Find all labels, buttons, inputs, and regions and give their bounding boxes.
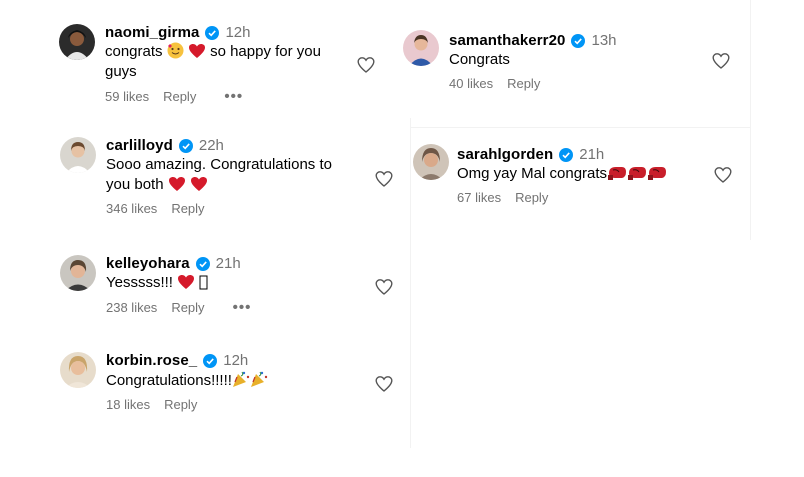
party-popper-icon xyxy=(250,371,268,387)
heart-outline-icon[interactable] xyxy=(357,56,375,74)
comment-text: Sooo amazing. Congratulations to you bot… xyxy=(106,156,332,193)
username[interactable]: korbin.rose_ xyxy=(106,352,197,369)
comment-text: Congrats xyxy=(449,51,510,68)
likes-count[interactable]: 67 likes xyxy=(457,190,501,205)
timestamp[interactable]: 13h xyxy=(591,32,616,49)
comment-text: Omg yay Mal congrats xyxy=(457,164,727,184)
username[interactable]: sarahlgorden xyxy=(457,146,553,163)
timestamp[interactable]: 21h xyxy=(216,255,241,272)
avatar[interactable] xyxy=(59,24,95,60)
comment-text: congrats so happy for you guys xyxy=(105,42,321,80)
comment-text: Congratulations!!!!! xyxy=(106,370,366,391)
red-heart-icon xyxy=(178,275,195,289)
timestamp[interactable]: 12h xyxy=(225,24,250,41)
heart-outline-icon[interactable] xyxy=(375,375,393,393)
username[interactable]: samanthakerr20 xyxy=(449,32,565,49)
reply-button[interactable]: Reply xyxy=(171,201,204,216)
heart-outline-icon[interactable] xyxy=(375,170,393,188)
reply-button[interactable]: Reply xyxy=(171,300,204,315)
smiling-face-with-hearts-icon xyxy=(167,42,184,59)
avatar[interactable] xyxy=(413,144,449,180)
reply-button[interactable]: Reply xyxy=(164,397,197,412)
verified-badge-icon xyxy=(571,33,586,48)
verified-badge-icon xyxy=(195,256,210,271)
avatar[interactable] xyxy=(60,352,96,388)
timestamp[interactable]: 22h xyxy=(199,137,224,154)
missing-glyph-icon xyxy=(199,275,208,290)
likes-count[interactable]: 59 likes xyxy=(105,89,149,104)
likes-count[interactable]: 40 likes xyxy=(449,76,493,91)
boxing-glove-icon xyxy=(628,167,647,180)
verified-badge-icon xyxy=(203,353,218,368)
reply-button[interactable]: Reply xyxy=(507,76,540,91)
heart-outline-icon[interactable] xyxy=(375,278,393,296)
more-options-icon[interactable]: ••• xyxy=(233,299,252,316)
verified-badge-icon xyxy=(205,25,220,40)
heart-outline-icon[interactable] xyxy=(714,166,732,184)
party-popper-icon xyxy=(232,371,250,387)
red-heart-icon xyxy=(190,177,207,191)
likes-count[interactable]: 346 likes xyxy=(106,201,157,216)
verified-badge-icon xyxy=(178,138,193,153)
red-heart-icon xyxy=(188,44,205,58)
avatar[interactable] xyxy=(60,255,96,291)
column-divider xyxy=(410,118,411,448)
likes-count[interactable]: 238 likes xyxy=(106,300,157,315)
username[interactable]: kelleyohara xyxy=(106,255,190,272)
boxing-glove-icon xyxy=(608,167,627,180)
panel-edge xyxy=(750,0,751,240)
timestamp[interactable]: 21h xyxy=(579,146,604,163)
reply-button[interactable]: Reply xyxy=(515,190,548,205)
boxing-glove-icon xyxy=(648,167,667,180)
avatar[interactable] xyxy=(60,137,96,173)
verified-badge-icon xyxy=(559,147,574,162)
heart-outline-icon[interactable] xyxy=(712,52,730,70)
row-divider xyxy=(410,127,750,128)
timestamp[interactable]: 12h xyxy=(223,352,248,369)
more-options-icon[interactable]: ••• xyxy=(224,88,243,105)
reply-button[interactable]: Reply xyxy=(163,89,196,104)
red-heart-icon xyxy=(168,177,185,191)
username[interactable]: carlilloyd xyxy=(106,137,173,154)
likes-count[interactable]: 18 likes xyxy=(106,397,150,412)
username[interactable]: naomi_girma xyxy=(105,24,199,41)
comment-text: Yesssss!!! xyxy=(106,273,366,293)
avatar[interactable] xyxy=(403,30,439,66)
